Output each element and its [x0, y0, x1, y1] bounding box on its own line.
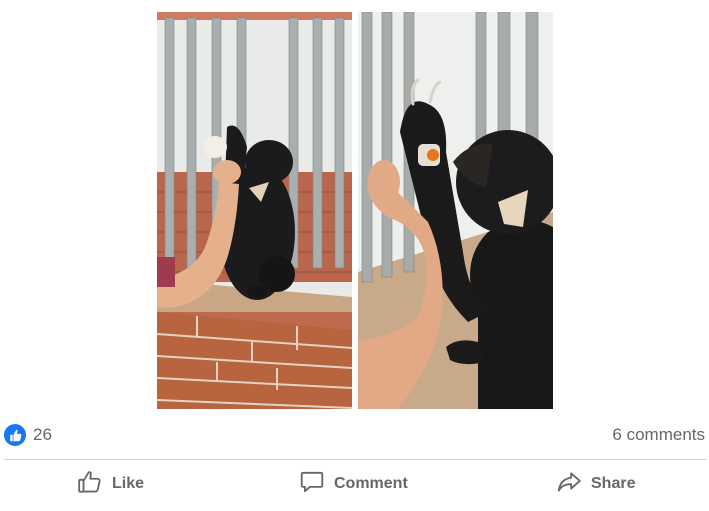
reaction-count: 26	[33, 425, 52, 444]
like-button[interactable]: Like	[77, 462, 144, 506]
thumbs-up-icon	[77, 469, 103, 500]
comment-bubble-icon	[299, 469, 325, 500]
action-bar-divider	[4, 459, 706, 460]
bear-paw-feeding-photo	[358, 12, 553, 409]
comment-button-label: Comment	[334, 475, 408, 492]
like-icon	[4, 424, 26, 446]
reactions-summary[interactable]: 26	[4, 424, 52, 446]
share-button-label: Share	[591, 475, 636, 492]
post-photo-grid	[157, 12, 553, 409]
post-action-bar: Like Comment Share	[0, 462, 709, 506]
like-button-label: Like	[112, 475, 145, 492]
post-photo-2[interactable]	[358, 12, 553, 409]
share-button[interactable]: Share	[556, 462, 635, 506]
comments-count-link[interactable]: 6 comments	[612, 425, 705, 445]
post-stats-bar: 26 6 comments	[0, 420, 709, 450]
share-arrow-icon	[556, 469, 582, 500]
comment-button[interactable]: Comment	[299, 462, 408, 506]
post-photo-1[interactable]	[157, 12, 352, 409]
bear-cub-feeding-photo	[157, 12, 352, 409]
